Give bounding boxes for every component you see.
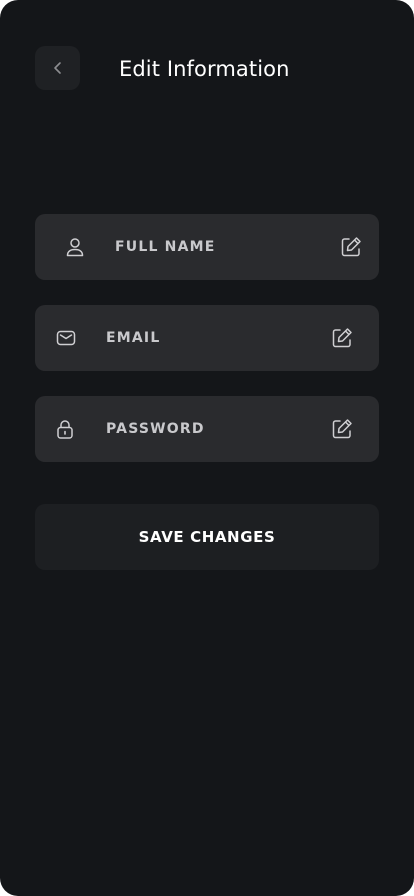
page-title: Edit Information [119, 57, 290, 81]
lock-icon [54, 418, 76, 440]
password-field[interactable]: PASSWORD [35, 396, 379, 462]
chevron-left-icon [53, 62, 61, 74]
email-label: EMAIL [106, 330, 161, 346]
save-changes-label: SAVE CHANGES [138, 528, 276, 546]
mail-icon [55, 327, 77, 349]
full-name-field[interactable]: FULL NAME [35, 214, 379, 280]
save-changes-button[interactable]: SAVE CHANGES [35, 504, 379, 570]
edit-information-screen: Edit Information FULL NAME EMAIL PASSWOR… [0, 0, 414, 896]
user-icon [64, 236, 86, 258]
edit-icon[interactable] [339, 235, 363, 259]
password-label: PASSWORD [106, 421, 205, 437]
back-button[interactable] [35, 46, 80, 90]
full-name-label: FULL NAME [115, 239, 216, 255]
email-field[interactable]: EMAIL [35, 305, 379, 371]
edit-icon[interactable] [330, 417, 354, 441]
edit-icon[interactable] [330, 326, 354, 350]
